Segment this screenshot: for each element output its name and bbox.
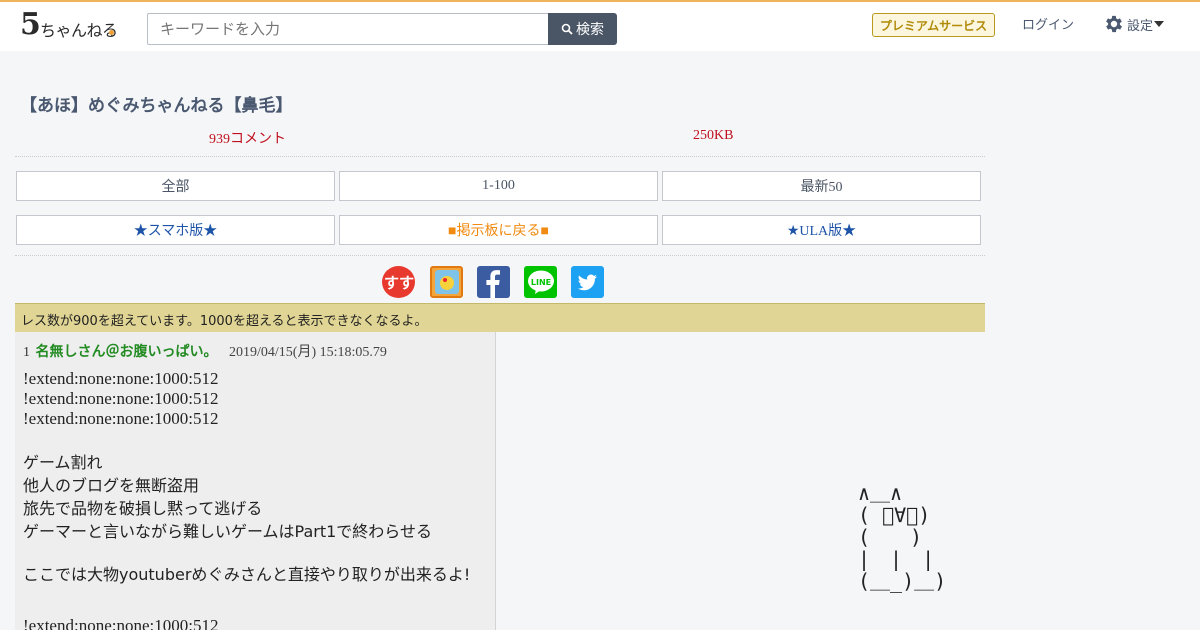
- premium-service-button[interactable]: プレミアムサービス: [872, 13, 995, 37]
- svg-text:すす: すす: [384, 274, 414, 292]
- sugu-icon[interactable]: すす: [382, 266, 415, 298]
- search-button[interactable]: 検索: [548, 13, 617, 45]
- extend-line: !extend:none:none:1000:512: [23, 369, 219, 388]
- settings-menu[interactable]: 設定: [1103, 13, 1165, 35]
- caret-down-icon: [1154, 21, 1165, 27]
- post-number[interactable]: 1: [23, 345, 30, 360]
- post-body: !extend:none:none:1000:512 !extend:none:…: [23, 369, 470, 630]
- comment-count: 939コメント: [209, 132, 286, 147]
- settings-label: 設定: [1127, 18, 1154, 34]
- twitter-icon[interactable]: [571, 266, 604, 298]
- line-icon[interactable]: LINE: [524, 266, 557, 298]
- search-input[interactable]: [147, 13, 549, 45]
- svg-text:LINE: LINE: [530, 278, 550, 287]
- search-button-label: 検索: [576, 21, 604, 37]
- gear-icon: [1106, 15, 1122, 33]
- back-to-board-link[interactable]: ■掲示板に戻る■: [339, 215, 658, 245]
- site-header: 5 ちゃんねる 検索 プレミアムサービス ログイン 設定: [0, 0, 1200, 51]
- body-line: ゲーム割れ: [23, 453, 103, 472]
- body-line: ゲーマーと言いながら難しいゲームはPart1で終わらせる: [23, 522, 432, 541]
- ula-version-link[interactable]: ★ULA版★: [662, 215, 981, 245]
- post-header: 1 名無しさん＠お腹いっぱい。 2019/04/15(月) 15:18:05.7…: [23, 341, 387, 361]
- ula-icon[interactable]: [430, 266, 463, 298]
- divider: [15, 156, 985, 157]
- post-date: 2019/04/15(月) 15:18:05.79: [229, 345, 387, 360]
- logo-dot-icon: [109, 30, 114, 35]
- extend-line: !extend:none:none:1000:512: [23, 389, 219, 408]
- range-1-100-button[interactable]: 1-100: [339, 171, 658, 201]
- smartphone-version-link[interactable]: ★スマホ版★: [16, 215, 335, 245]
- show-all-button[interactable]: 全部: [16, 171, 335, 201]
- facebook-icon[interactable]: [477, 266, 510, 298]
- closing-line: ここでは大物youtuberめぐみさんと直接やり取りが出来るよ!: [23, 565, 471, 584]
- warning-bar: レス数が900を超えています。1000を超えると表示できなくなるよ。: [15, 303, 985, 332]
- body-line: 他人のブログを無断盗用: [23, 476, 200, 495]
- poster-name: 名無しさん＠お腹いっぱい。: [35, 344, 218, 360]
- logo-number: 5: [20, 7, 41, 42]
- thread-size: 250KB: [693, 128, 734, 143]
- post-1: 1 名無しさん＠お腹いっぱい。 2019/04/15(月) 15:18:05.7…: [15, 332, 496, 630]
- site-logo[interactable]: 5 ちゃんねる: [20, 7, 120, 42]
- ascii-art: ∧＿∧ ( ﾟ∀ﾟ) ( ) | | | (＿_)＿): [858, 481, 947, 593]
- logo-text: ちゃんねる: [40, 21, 118, 40]
- extend-line: !extend:none:none:1000:512: [23, 409, 219, 428]
- extend-line: !extend:none:none:1000:512: [23, 616, 219, 630]
- search-icon: [561, 23, 573, 35]
- latest-50-button[interactable]: 最新50: [662, 171, 981, 201]
- login-link[interactable]: ログイン: [1022, 14, 1074, 33]
- thread-title: 【あほ】めぐみちゃんねる【鼻毛】: [20, 96, 293, 116]
- divider: [15, 255, 985, 256]
- body-line: 旅先で品物を破損し黙って逃げる: [23, 499, 263, 518]
